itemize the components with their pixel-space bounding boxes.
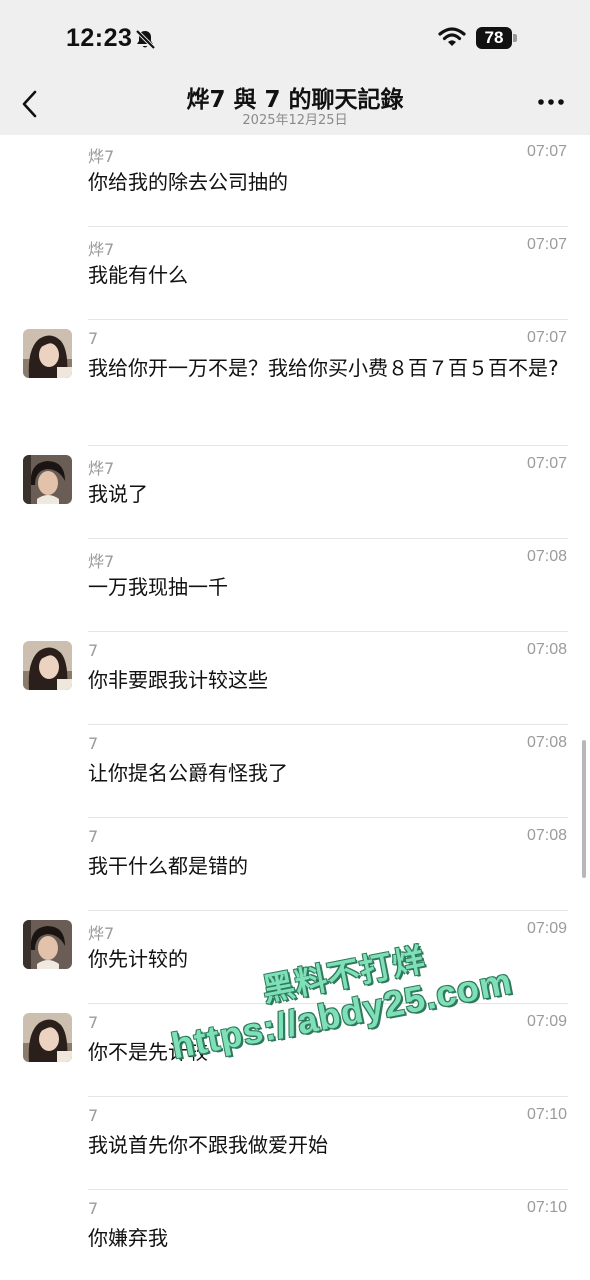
sender-name: 烨7 (88, 552, 115, 571)
message-text: 让你提名公爵有怪我了 (88, 761, 288, 785)
message-time: 07:08 (526, 734, 567, 751)
ellipsis-icon[interactable] (536, 90, 566, 114)
sender-name: 7 (88, 827, 99, 846)
message-row[interactable]: 烨7 07:07 你给我的除去公司抽的 (0, 135, 590, 228)
message-row[interactable]: 7 07:08 我干什么都是错的 (0, 819, 590, 912)
sender-name: 7 (88, 734, 99, 753)
message-time: 07:07 (526, 143, 567, 160)
message-text: 我说了 (88, 482, 148, 506)
message-time: 07:07 (526, 455, 567, 472)
message-time: 07:08 (526, 827, 567, 844)
message-text: 你不是先计较 (88, 1040, 208, 1064)
battery-indicator: 78 (476, 27, 512, 49)
top-bar: 12:23 78 烨7 與 7 的聊天記錄 2025年12月25日 (0, 0, 590, 135)
message-text: 我说首先你不跟我做爱开始 (88, 1133, 328, 1157)
avatar[interactable] (23, 641, 72, 690)
avatar[interactable] (23, 920, 72, 969)
message-time: 07:08 (526, 548, 567, 565)
sender-name: 烨7 (88, 924, 115, 943)
sender-name: 烨7 (88, 459, 115, 478)
row-divider (88, 226, 568, 227)
message-row[interactable]: 7 07:10 你嫌弃我 (0, 1191, 590, 1280)
row-divider (88, 817, 568, 818)
message-text: 一万我现抽一千 (88, 575, 228, 599)
message-row[interactable]: 烨7 07:08 一万我现抽一千 (0, 540, 590, 633)
message-time: 07:09 (526, 1013, 567, 1030)
message-row[interactable]: 7 07:09 你不是先计较 (0, 1005, 590, 1098)
message-time: 07:09 (526, 920, 567, 937)
message-row[interactable]: 7 07:08 让你提名公爵有怪我了 (0, 726, 590, 819)
message-row[interactable]: 烨7 07:09 你先计较的 (0, 912, 590, 1005)
chevron-left-icon[interactable] (16, 84, 46, 124)
sender-name: 7 (88, 329, 99, 348)
message-time: 07:07 (526, 329, 567, 346)
row-divider (88, 319, 568, 320)
row-divider (88, 445, 568, 446)
chat-date: 2025年12月25日 (242, 113, 348, 128)
row-divider (88, 724, 568, 725)
row-divider (88, 910, 568, 911)
sender-name: 7 (88, 1013, 99, 1032)
message-text: 我给你开一万不是？我给你买小费８百７百５百不是? (88, 356, 559, 380)
message-row[interactable]: 烨7 07:07 我能有什么 (0, 228, 590, 321)
message-text: 你先计较的 (88, 947, 188, 971)
message-text: 你嫌弃我 (88, 1226, 168, 1250)
message-text: 你给我的除去公司抽的 (88, 170, 288, 194)
message-time: 07:10 (526, 1106, 567, 1123)
message-row[interactable]: 7 07:08 你非要跟我计较这些 (0, 633, 590, 726)
sender-name: 烨7 (88, 240, 115, 259)
sender-name: 7 (88, 1199, 99, 1218)
message-text: 我能有什么 (88, 263, 188, 287)
message-row[interactable]: 7 07:07 我给你开一万不是？我给你买小费８百７百５百不是? (0, 321, 590, 447)
sender-name: 7 (88, 641, 99, 660)
message-text: 你非要跟我计较这些 (88, 668, 268, 692)
message-time: 07:10 (526, 1199, 567, 1216)
row-divider (88, 1189, 568, 1190)
row-divider (88, 538, 568, 539)
avatar[interactable] (23, 329, 72, 378)
message-list[interactable]: 烨7 07:07 你给我的除去公司抽的 烨7 07:07 我能有什么 7 07:07 我给你开一… (0, 135, 590, 1280)
row-divider (88, 1096, 568, 1097)
avatar[interactable] (23, 1013, 72, 1062)
wifi-icon (438, 27, 466, 46)
status-time: 12:23 (66, 24, 133, 52)
message-row[interactable]: 7 07:10 我说首先你不跟我做爱开始 (0, 1098, 590, 1191)
bell-slash-icon (135, 29, 156, 50)
row-divider (88, 631, 568, 632)
message-row[interactable]: 烨7 07:07 我说了 (0, 447, 590, 540)
sender-name: 7 (88, 1106, 99, 1125)
scrollbar[interactable] (582, 740, 586, 878)
row-divider (88, 1003, 568, 1004)
battery-tip (513, 34, 517, 42)
avatar[interactable] (23, 455, 72, 504)
sender-name: 烨7 (88, 147, 115, 166)
message-text: 我干什么都是错的 (88, 854, 248, 878)
message-time: 07:08 (526, 641, 567, 658)
message-time: 07:07 (526, 236, 567, 253)
